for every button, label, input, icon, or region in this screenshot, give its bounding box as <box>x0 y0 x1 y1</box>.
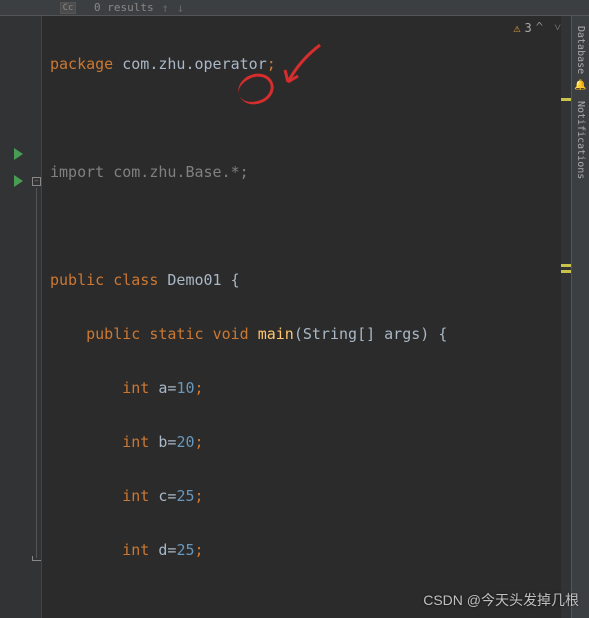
fold-end <box>32 556 41 561</box>
prev-result-button[interactable]: ↑ <box>162 1 169 15</box>
keyword: int <box>122 541 158 559</box>
package-path: com.zhu.operator <box>113 55 267 73</box>
warning-count: 3 <box>525 21 532 35</box>
method-name: main <box>258 325 294 343</box>
database-tab[interactable]: Database <box>575 26 586 74</box>
editor-gutter: − <box>0 16 42 618</box>
next-result-button[interactable]: ↓ <box>177 1 184 15</box>
class-name: Demo01 <box>167 271 230 289</box>
run-gutter-icon[interactable] <box>14 175 23 187</box>
var: d= <box>158 541 176 559</box>
match-case-button[interactable]: Cc <box>60 2 76 14</box>
findbar: Cc 0 results ↑ ↓ <box>0 0 589 16</box>
keyword: void <box>213 325 258 343</box>
keyword: public <box>50 271 113 289</box>
keyword: class <box>113 271 167 289</box>
keyword: int <box>122 379 158 397</box>
semicolon: ; <box>195 487 204 505</box>
semicolon: ; <box>240 163 249 181</box>
semicolon: ; <box>195 541 204 559</box>
error-stripe[interactable] <box>561 16 571 618</box>
run-gutter-icon[interactable] <box>14 148 23 160</box>
brace: { <box>438 325 447 343</box>
params: [] args) <box>357 325 438 343</box>
stripe-mark[interactable] <box>561 264 571 267</box>
semicolon: ; <box>267 55 276 73</box>
import-path: com.zhu.Base.* <box>104 163 239 181</box>
keyword: import <box>50 163 104 181</box>
brace: { <box>231 271 240 289</box>
semicolon: ; <box>195 379 204 397</box>
stripe-mark[interactable] <box>561 270 571 273</box>
number: 20 <box>176 433 194 451</box>
nav-arrows[interactable]: ^ ˅ <box>536 20 563 35</box>
fold-line <box>36 188 37 558</box>
notifications-tab[interactable]: Notifications <box>575 101 586 179</box>
number: 25 <box>176 487 194 505</box>
results-count: 0 results <box>94 1 154 14</box>
number: 25 <box>176 541 194 559</box>
type: String <box>303 325 357 343</box>
inspection-widget[interactable]: ⚠ 3 ^ ˅ <box>513 20 563 35</box>
keyword: public <box>86 325 149 343</box>
var: b= <box>158 433 176 451</box>
fold-toggle[interactable]: − <box>32 177 41 186</box>
warning-icon: ⚠ <box>513 21 520 35</box>
watermark: CSDN @今天头发掉几根 <box>423 590 579 610</box>
semicolon: ; <box>195 433 204 451</box>
var: a= <box>158 379 176 397</box>
keyword: package <box>50 55 113 73</box>
code-editor[interactable]: package com.zhu.operator; import com.zhu… <box>42 16 571 618</box>
paren: ( <box>294 325 303 343</box>
right-toolbar: Database 🔔 Notifications <box>571 16 589 618</box>
keyword: int <box>122 487 158 505</box>
keyword: int <box>122 433 158 451</box>
var: c= <box>158 487 176 505</box>
keyword: static <box>149 325 212 343</box>
stripe-mark[interactable] <box>561 98 571 101</box>
bell-icon: 🔔 <box>574 80 586 91</box>
number: 10 <box>176 379 194 397</box>
